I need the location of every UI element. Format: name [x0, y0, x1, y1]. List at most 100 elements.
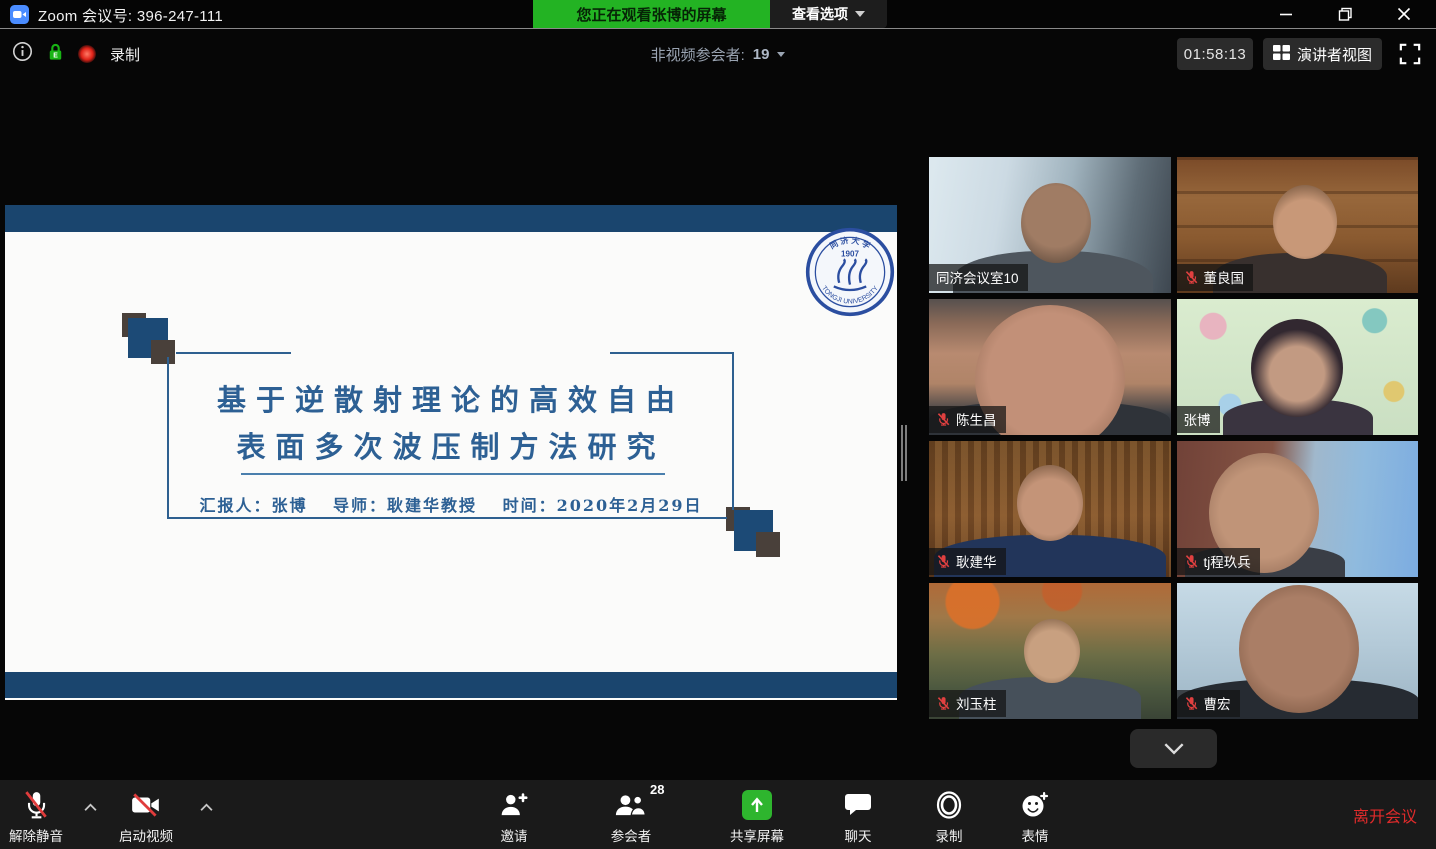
meeting-info-bar: E 录制 非视频参会者: 19 01:58:13 演讲者视图 — [0, 30, 1436, 78]
video-tile-chen-shengchang[interactable]: 陈生昌 — [929, 299, 1171, 435]
grid-view-icon — [1273, 45, 1290, 64]
panel-resize-handle[interactable] — [901, 425, 908, 481]
participant-name: 刘玉柱 — [956, 693, 997, 713]
participant-name: 同济会议室10 — [936, 267, 1019, 287]
reactions-button[interactable]: 表情 — [1021, 780, 1049, 849]
window-titlebar: Zoom 会议号: 396-247-111 您正在观看张博的屏幕 查看选项 — [0, 0, 1436, 29]
chat-button[interactable]: 聊天 — [844, 780, 872, 849]
participant-nametag: 张博 — [1177, 406, 1220, 433]
meeting-toolbar: 解除静音 启动视频 — [0, 780, 1436, 849]
hide-thumbnails-button[interactable] — [1130, 729, 1217, 768]
muted-mic-icon — [936, 696, 951, 711]
share-screen-label: 共享屏幕 — [730, 825, 784, 845]
video-tile-dong-liangguo[interactable]: 董良国 — [1177, 157, 1419, 293]
recording-indicator-icon — [78, 45, 96, 63]
leave-meeting-label: 离开会议 — [1353, 803, 1417, 827]
recording-label: 录制 — [110, 44, 140, 65]
caret-down-icon — [855, 11, 865, 17]
participant-name: tj程玖兵 — [1204, 551, 1251, 571]
start-video-button[interactable]: 启动视频 — [119, 780, 173, 849]
zoom-meeting-window: Zoom 会议号: 396-247-111 您正在观看张博的屏幕 查看选项 E — [0, 0, 1436, 849]
muted-mic-icon — [1184, 696, 1199, 711]
meeting-info-icon[interactable] — [12, 41, 33, 67]
video-tile-tongji-room[interactable]: 同济会议室10 — [929, 157, 1171, 293]
meeting-timer: 01:58:13 — [1177, 38, 1253, 70]
watching-screen-banner-text: 您正在观看张博的屏幕 — [576, 4, 726, 25]
invite-label: 邀请 — [501, 825, 528, 845]
participant-nametag: 陈生昌 — [929, 406, 1006, 433]
zoom-app-icon — [10, 5, 29, 24]
invite-person-icon — [499, 786, 529, 824]
share-screen-button[interactable]: 共享屏幕 — [730, 780, 784, 849]
record-button[interactable]: 录制 — [935, 780, 963, 849]
chevron-down-icon — [1163, 742, 1185, 755]
frame-line — [610, 352, 734, 354]
start-video-label: 启动视频 — [119, 825, 173, 845]
muted-mic-icon — [936, 412, 951, 427]
view-options-button[interactable]: 查看选项 — [770, 0, 887, 28]
close-button[interactable] — [1376, 0, 1432, 28]
nonvideo-participants-count: 19 — [753, 46, 770, 63]
participant-nametag: 曹宏 — [1177, 690, 1240, 717]
participant-nametag: 耿建华 — [929, 548, 1006, 575]
chat-bubble-icon — [844, 786, 872, 824]
speaker-view-button[interactable]: 演讲者视图 — [1263, 38, 1382, 70]
audio-options-chevron[interactable] — [80, 800, 100, 814]
participants-label: 参会者 — [611, 825, 652, 845]
participant-name: 张博 — [1184, 409, 1211, 429]
minimize-button[interactable] — [1258, 0, 1314, 28]
muted-mic-icon — [1184, 270, 1199, 285]
leave-meeting-button[interactable]: 离开会议 — [1353, 780, 1417, 849]
frame-line — [167, 517, 727, 519]
svg-text:E: E — [53, 52, 58, 59]
record-label: 录制 — [936, 825, 963, 845]
decor-square — [151, 340, 175, 364]
participant-name: 曹宏 — [1204, 693, 1231, 713]
nonvideo-participants-label: 非视频参会者: — [651, 44, 745, 65]
video-tile-zhang-bo-active-speaker[interactable]: 张博 — [1177, 299, 1419, 435]
invite-button[interactable]: 邀请 — [499, 780, 529, 849]
video-tile-liu-yuzhu[interactable]: 刘玉柱 — [929, 583, 1171, 719]
nonvideo-caret-icon[interactable] — [777, 52, 785, 57]
speaker-view-label: 演讲者视图 — [1297, 44, 1372, 65]
encryption-lock-icon: E — [47, 42, 64, 67]
camera-off-toolbar-icon — [130, 786, 162, 824]
slide-top-bar — [5, 205, 897, 232]
record-circle-icon — [935, 786, 963, 824]
muted-mic-toolbar-icon — [22, 786, 50, 824]
participants-count-badge: 28 — [650, 782, 664, 797]
slide-bottom-bar — [5, 672, 897, 698]
shared-screen-slide: 同 济 大 学 TONGJI UNIVERSITY 1907 — [5, 205, 897, 700]
fullscreen-button[interactable] — [1396, 40, 1424, 68]
participant-nametag: 董良国 — [1177, 264, 1254, 291]
slide-presenter-info: 汇报人：张博 导师：耿建华教授 时间：2020年2月29日 — [5, 492, 897, 516]
participant-nametag: 同济会议室10 — [929, 264, 1028, 291]
chat-label: 聊天 — [845, 825, 872, 845]
participant-nametag: tj程玖兵 — [1177, 548, 1260, 575]
unmute-button[interactable]: 解除静音 — [9, 780, 63, 849]
svg-text:1907: 1907 — [841, 250, 859, 259]
slide-title-line2: 表面多次波压制方法研究 — [5, 424, 897, 471]
muted-mic-icon — [1184, 554, 1199, 569]
watching-screen-banner: 您正在观看张博的屏幕 — [533, 0, 770, 28]
share-screen-icon — [742, 786, 772, 824]
tongji-university-logo: 同 济 大 学 TONGJI UNIVERSITY 1907 — [805, 227, 895, 317]
slide-title: 基于逆散射理论的高效自由 表面多次波压制方法研究 — [5, 377, 897, 471]
frame-line — [176, 352, 291, 354]
restore-button[interactable] — [1317, 0, 1373, 28]
reactions-label: 表情 — [1022, 825, 1049, 845]
video-tile-cheng-jiubing[interactable]: tj程玖兵 — [1177, 441, 1419, 577]
title-underline — [241, 473, 665, 475]
view-options-label: 查看选项 — [792, 4, 848, 24]
slide-title-line1: 基于逆散射理论的高效自由 — [5, 377, 897, 424]
video-tile-cao-hong[interactable]: 曹宏 — [1177, 583, 1419, 719]
window-title: Zoom 会议号: 396-247-111 — [38, 5, 223, 26]
reactions-smiley-icon — [1021, 786, 1049, 824]
participants-icon: 28 — [614, 786, 648, 824]
participant-nametag: 刘玉柱 — [929, 690, 1006, 717]
participants-button[interactable]: 28 参会者 — [611, 780, 652, 849]
participant-name: 董良国 — [1204, 267, 1245, 287]
video-tile-geng-jianhua[interactable]: 耿建华 — [929, 441, 1171, 577]
video-thumbnails-panel: 同济会议室10 董良国 陈生昌 张博 — [929, 157, 1418, 719]
video-options-chevron[interactable] — [196, 800, 216, 814]
